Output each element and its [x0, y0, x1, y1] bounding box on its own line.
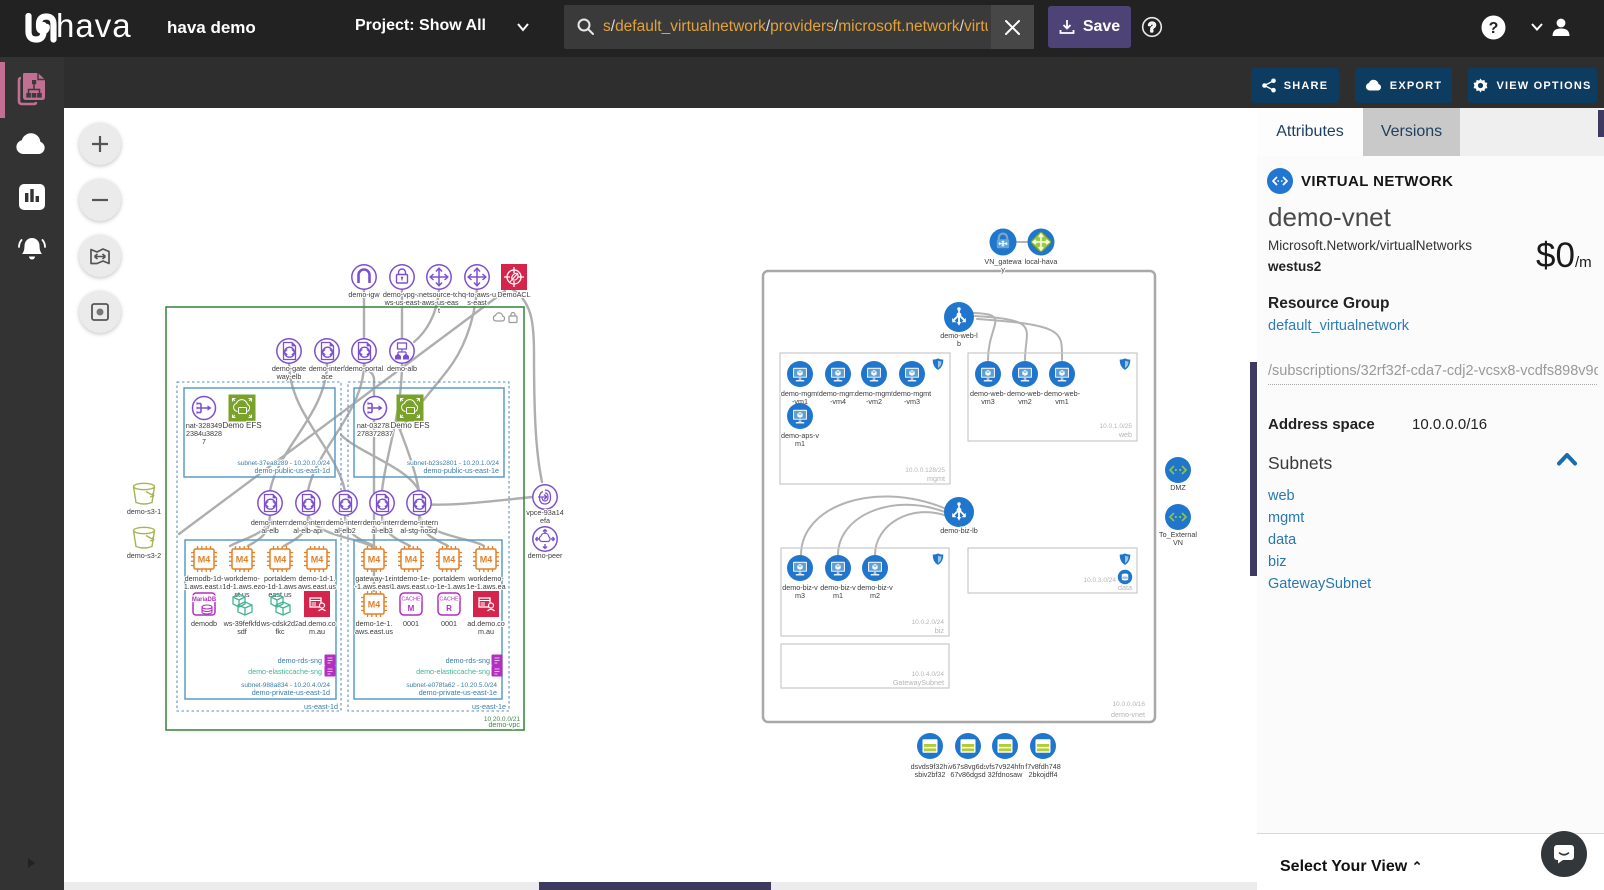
- svg-text:vm1: vm1: [1055, 397, 1069, 406]
- svg-text:Demo EFS: Demo EFS: [222, 421, 261, 430]
- svg-text:m1: m1: [795, 439, 805, 448]
- svg-text:us-east-1e: us-east-1e: [472, 702, 506, 711]
- svg-text:al-elb2: al-elb2: [334, 526, 356, 535]
- svg-text:10.0.3.0/24: 10.0.3.0/24: [1083, 577, 1116, 584]
- svg-text:demo-elasticcache-sng: demo-elasticcache-sng: [248, 667, 322, 676]
- svg-text:sdf: sdf: [237, 627, 247, 636]
- svg-text:al-elb-api: al-elb-api: [293, 526, 323, 535]
- svg-text:1.aws.east.u: 1.aws.east.u: [184, 582, 224, 591]
- svg-text:demo-rds-sng: demo-rds-sng: [446, 656, 490, 665]
- svg-text:y: y: [1001, 265, 1005, 274]
- svg-text:DMZ: DMZ: [1170, 483, 1186, 492]
- svg-text:m1: m1: [833, 591, 843, 600]
- svg-text:?: ?: [1489, 20, 1499, 37]
- svg-text:-vm4: -vm4: [830, 397, 846, 406]
- svg-text:way-elb: way-elb: [276, 372, 302, 381]
- svg-text:demo-elasticcache-sng: demo-elasticcache-sng: [416, 667, 490, 676]
- svg-text:local-hava: local-hava: [1025, 257, 1058, 266]
- svg-text:vm2: vm2: [1018, 397, 1032, 406]
- svg-text:-vm2: -vm2: [866, 397, 882, 406]
- svg-text:t: t: [438, 306, 440, 315]
- svg-text:demo-alb: demo-alb: [387, 364, 417, 373]
- svg-text:0001: 0001: [441, 619, 457, 628]
- svg-text:10.0.4.0/24: 10.0.4.0/24: [911, 671, 944, 678]
- svg-text:demo-igw: demo-igw: [348, 290, 380, 299]
- svg-text:sbiv2bf32: sbiv2bf32: [915, 770, 946, 779]
- svg-text:demo-portal: demo-portal: [345, 364, 384, 373]
- svg-text:al-elb: al-elb: [261, 526, 279, 535]
- svg-text:7: 7: [202, 437, 206, 446]
- svg-text:biz: biz: [935, 626, 945, 635]
- svg-text:al-stg-nosql: al-stg-nosql: [400, 526, 438, 535]
- svg-text:?: ?: [1148, 20, 1155, 35]
- svg-text:m3: m3: [795, 591, 805, 600]
- svg-text:s-east: s-east: [467, 298, 487, 307]
- svg-text:10.0.0.0/16: 10.0.0.0/16: [1112, 701, 1145, 708]
- svg-text:ws-us-east: ws-us-east: [384, 298, 420, 307]
- svg-text:demo-public-us-east-1e: demo-public-us-east-1e: [423, 466, 499, 475]
- svg-text:m.au: m.au: [309, 627, 325, 636]
- svg-text:demo-rds-sng: demo-rds-sng: [278, 656, 322, 665]
- svg-text:web: web: [1118, 430, 1132, 439]
- svg-text:ace: ace: [321, 372, 333, 381]
- svg-text:us-east-1d: us-east-1d: [304, 702, 338, 711]
- svg-text:10.0.0.128/25: 10.0.0.128/25: [905, 467, 945, 474]
- svg-text:1e-1.aws.ea: 1e-1.aws.ea: [466, 582, 505, 591]
- svg-text:demo-private-us-east-1e: demo-private-us-east-1e: [419, 688, 497, 697]
- svg-text:32fdnosaw: 32fdnosaw: [988, 770, 1024, 779]
- svg-text:demo-biz-lb: demo-biz-lb: [940, 526, 978, 535]
- svg-text:aws.east.us: aws.east.us: [298, 582, 336, 591]
- svg-text:demodb: demodb: [191, 619, 217, 628]
- svg-text:demo-s3-1: demo-s3-1: [127, 507, 161, 516]
- svg-text:data: data: [1118, 583, 1132, 592]
- svg-text:278372837: 278372837: [357, 429, 393, 438]
- svg-text:demo-private-us-east-1d: demo-private-us-east-1d: [252, 688, 330, 697]
- svg-text:Demo EFS: Demo EFS: [390, 421, 429, 430]
- svg-text:demo-s3-2: demo-s3-2: [127, 551, 161, 560]
- svg-text:0001: 0001: [403, 619, 419, 628]
- svg-text:2bkojdff4: 2bkojdff4: [1028, 770, 1057, 779]
- svg-text:demo-peer: demo-peer: [528, 551, 563, 560]
- svg-text:GatewaySubnet: GatewaySubnet: [893, 678, 944, 687]
- svg-text:m.au: m.au: [478, 627, 494, 636]
- svg-text:efa: efa: [540, 516, 550, 525]
- svg-text:DemoACL: DemoACL: [497, 290, 530, 299]
- svg-text:-vm3: -vm3: [904, 397, 920, 406]
- svg-text:demo-vpc: demo-vpc: [488, 720, 520, 729]
- svg-text:demo-public-us-east-1d: demo-public-us-east-1d: [254, 466, 330, 475]
- svg-text:fkc: fkc: [275, 627, 285, 636]
- svg-text:al-elb3: al-elb3: [371, 526, 393, 535]
- svg-text:demo-vnet: demo-vnet: [1111, 710, 1145, 719]
- svg-text:b: b: [957, 339, 961, 348]
- svg-text:10.0.1.0/25: 10.0.1.0/25: [1099, 423, 1132, 430]
- svg-text:mgmt: mgmt: [927, 474, 945, 483]
- svg-text:67v86dgsd: 67v86dgsd: [950, 770, 985, 779]
- svg-text:VN: VN: [1173, 538, 1183, 547]
- svg-text:vm3: vm3: [981, 397, 995, 406]
- svg-text:10.0.2.0/24: 10.0.2.0/24: [911, 619, 944, 626]
- svg-text:aws.east.us: aws.east.us: [355, 627, 393, 636]
- svg-text:m2: m2: [870, 591, 880, 600]
